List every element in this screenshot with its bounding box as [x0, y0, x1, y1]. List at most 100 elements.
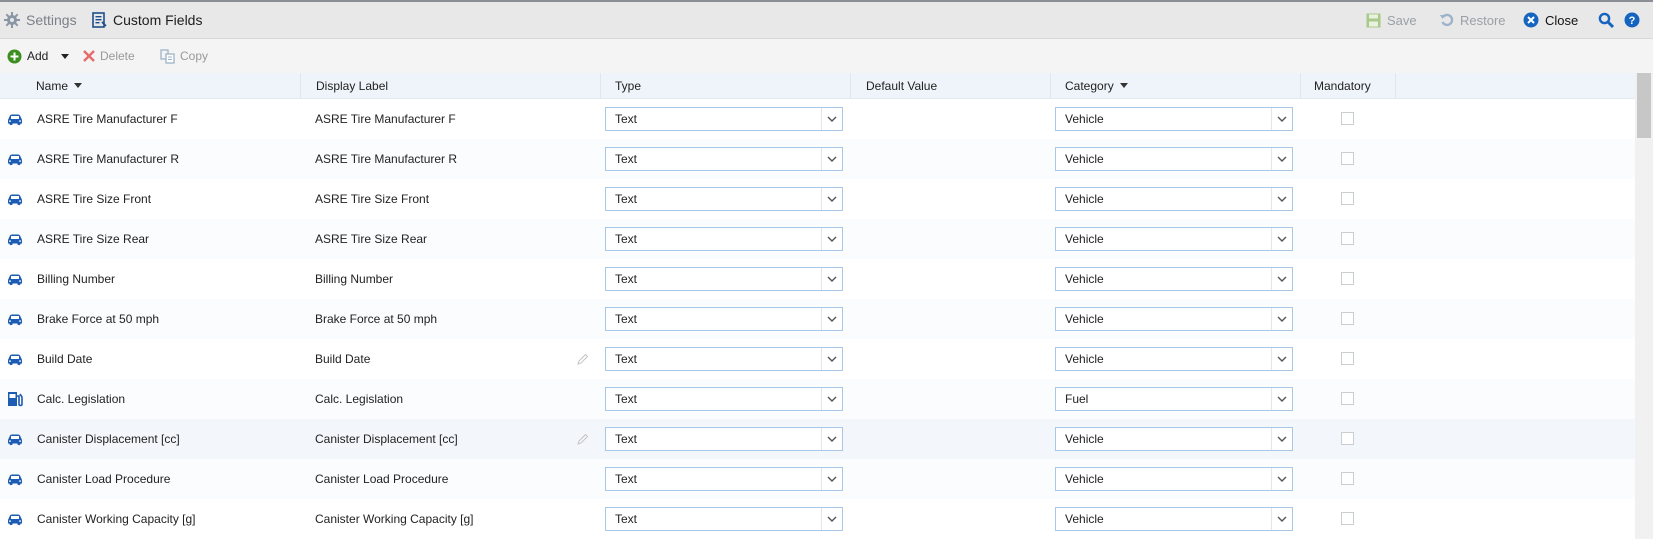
category-select[interactable]: Vehicle — [1055, 347, 1293, 371]
edit-pencil-icon[interactable] — [577, 353, 589, 365]
chevron-down-icon[interactable] — [1271, 188, 1292, 210]
column-divider[interactable] — [1050, 73, 1051, 98]
search-button[interactable] — [1598, 2, 1614, 38]
mandatory-checkbox[interactable] — [1341, 432, 1354, 445]
column-divider[interactable] — [850, 73, 851, 98]
category-select[interactable]: Vehicle — [1055, 267, 1293, 291]
table-row[interactable]: Calc. Legislation Calc. Legislation Text Fu… — [0, 379, 1635, 419]
mandatory-checkbox[interactable] — [1341, 512, 1354, 525]
chevron-down-icon[interactable] — [1271, 308, 1292, 330]
edit-pencil-icon[interactable] — [577, 433, 589, 445]
column-header-display-label[interactable]: Display Label — [316, 73, 388, 98]
chevron-down-icon[interactable] — [821, 348, 842, 370]
type-select[interactable]: Text — [605, 107, 843, 131]
close-button[interactable]: Close — [1523, 2, 1578, 38]
type-select[interactable]: Text — [605, 507, 843, 531]
mandatory-checkbox[interactable] — [1341, 232, 1354, 245]
column-header-mandatory[interactable]: Mandatory — [1314, 73, 1371, 98]
column-header-type[interactable]: Type — [615, 73, 641, 98]
chevron-down-icon[interactable] — [821, 508, 842, 530]
type-select[interactable]: Text — [605, 187, 843, 211]
table-row[interactable]: ASRE Tire Size Front ASRE Tire Size Front… — [0, 179, 1635, 219]
display-label-cell[interactable]: ASRE Tire Size Front — [315, 179, 429, 219]
table-row[interactable]: Build Date Build Date Text Vehicle — [0, 339, 1635, 379]
mandatory-checkbox[interactable] — [1341, 152, 1354, 165]
type-select[interactable]: Text — [605, 267, 843, 291]
category-select[interactable]: Vehicle — [1055, 307, 1293, 331]
restore-button[interactable]: Restore — [1440, 2, 1506, 38]
table-row[interactable]: Canister Working Capacity [g] Canister Wo… — [0, 499, 1635, 539]
chevron-down-icon[interactable] — [1271, 428, 1292, 450]
chevron-down-icon[interactable] — [1271, 508, 1292, 530]
chevron-down-icon[interactable] — [821, 308, 842, 330]
save-button[interactable]: Save — [1366, 2, 1417, 38]
type-select[interactable]: Text — [605, 387, 843, 411]
display-label-cell[interactable]: ASRE Tire Manufacturer R — [315, 139, 457, 179]
display-label-cell[interactable]: Billing Number — [315, 259, 393, 299]
mandatory-checkbox[interactable] — [1341, 472, 1354, 485]
display-label-cell[interactable]: Calc. Legislation — [315, 379, 403, 419]
column-header-category[interactable]: Category — [1065, 73, 1128, 98]
chevron-down-icon[interactable] — [821, 468, 842, 490]
column-header-name[interactable]: Name — [36, 73, 83, 98]
chevron-down-icon[interactable] — [1271, 468, 1292, 490]
type-select[interactable]: Text — [605, 427, 843, 451]
chevron-down-icon[interactable] — [1271, 348, 1292, 370]
add-button[interactable]: Add — [7, 39, 70, 73]
category-select[interactable]: Vehicle — [1055, 427, 1293, 451]
display-label-cell[interactable]: ASRE Tire Manufacturer F — [315, 99, 456, 139]
category-select[interactable]: Fuel — [1055, 387, 1293, 411]
chevron-down-icon[interactable] — [821, 268, 842, 290]
table-row[interactable]: ASRE Tire Size Rear ASRE Tire Size Rear Te… — [0, 219, 1635, 259]
display-label-cell[interactable]: Brake Force at 50 mph — [315, 299, 437, 339]
type-select[interactable]: Text — [605, 307, 843, 331]
chevron-down-icon[interactable] — [1271, 228, 1292, 250]
category-select[interactable]: Vehicle — [1055, 187, 1293, 211]
chevron-down-icon[interactable] — [821, 188, 842, 210]
chevron-down-icon[interactable] — [1271, 268, 1292, 290]
mandatory-checkbox[interactable] — [1341, 192, 1354, 205]
copy-button[interactable]: Copy — [160, 39, 208, 73]
type-select[interactable]: Text — [605, 147, 843, 171]
mandatory-checkbox[interactable] — [1341, 272, 1354, 285]
category-select[interactable]: Vehicle — [1055, 107, 1293, 131]
display-label-cell[interactable]: Canister Working Capacity [g] — [315, 499, 474, 539]
column-divider[interactable] — [1395, 73, 1396, 98]
column-divider[interactable] — [1300, 73, 1301, 98]
table-row[interactable]: Brake Force at 50 mph Brake Force at 50 m… — [0, 299, 1635, 339]
mandatory-checkbox[interactable] — [1341, 112, 1354, 125]
category-select[interactable]: Vehicle — [1055, 147, 1293, 171]
table-row[interactable]: Canister Displacement [cc] Canister Displ… — [0, 419, 1635, 459]
chevron-down-icon[interactable] — [821, 428, 842, 450]
chevron-down-icon[interactable] — [821, 388, 842, 410]
add-dropdown-caret-icon[interactable] — [61, 53, 70, 59]
table-row[interactable]: ASRE Tire Manufacturer F ASRE Tire Manufa… — [0, 99, 1635, 139]
category-select[interactable]: Vehicle — [1055, 227, 1293, 251]
display-label-cell[interactable]: Canister Displacement [cc] — [315, 419, 458, 459]
breadcrumb-settings[interactable]: Settings — [4, 2, 77, 38]
chevron-down-icon[interactable] — [821, 108, 842, 130]
scrollbar-thumb[interactable] — [1637, 73, 1651, 138]
mandatory-checkbox[interactable] — [1341, 312, 1354, 325]
type-select[interactable]: Text — [605, 227, 843, 251]
vertical-scrollbar[interactable] — [1635, 73, 1653, 539]
chevron-down-icon[interactable] — [1271, 388, 1292, 410]
type-select[interactable]: Text — [605, 467, 843, 491]
delete-button[interactable]: Delete — [83, 39, 135, 73]
table-row[interactable]: ASRE Tire Manufacturer R ASRE Tire Manufa… — [0, 139, 1635, 179]
help-button[interactable]: ? — [1624, 2, 1640, 38]
display-label-cell[interactable]: Canister Load Procedure — [315, 459, 448, 499]
column-header-default-value[interactable]: Default Value — [866, 73, 937, 98]
display-label-cell[interactable]: ASRE Tire Size Rear — [315, 219, 427, 259]
mandatory-checkbox[interactable] — [1341, 392, 1354, 405]
chevron-down-icon[interactable] — [1271, 108, 1292, 130]
table-row[interactable]: Canister Load Procedure Canister Load Pro… — [0, 459, 1635, 499]
chevron-down-icon[interactable] — [821, 228, 842, 250]
category-select[interactable]: Vehicle — [1055, 507, 1293, 531]
table-row[interactable]: Billing Number Billing Number Text Vehicle — [0, 259, 1635, 299]
type-select[interactable]: Text — [605, 347, 843, 371]
display-label-cell[interactable]: Build Date — [315, 339, 370, 379]
column-divider[interactable] — [300, 73, 301, 98]
category-select[interactable]: Vehicle — [1055, 467, 1293, 491]
chevron-down-icon[interactable] — [1271, 148, 1292, 170]
